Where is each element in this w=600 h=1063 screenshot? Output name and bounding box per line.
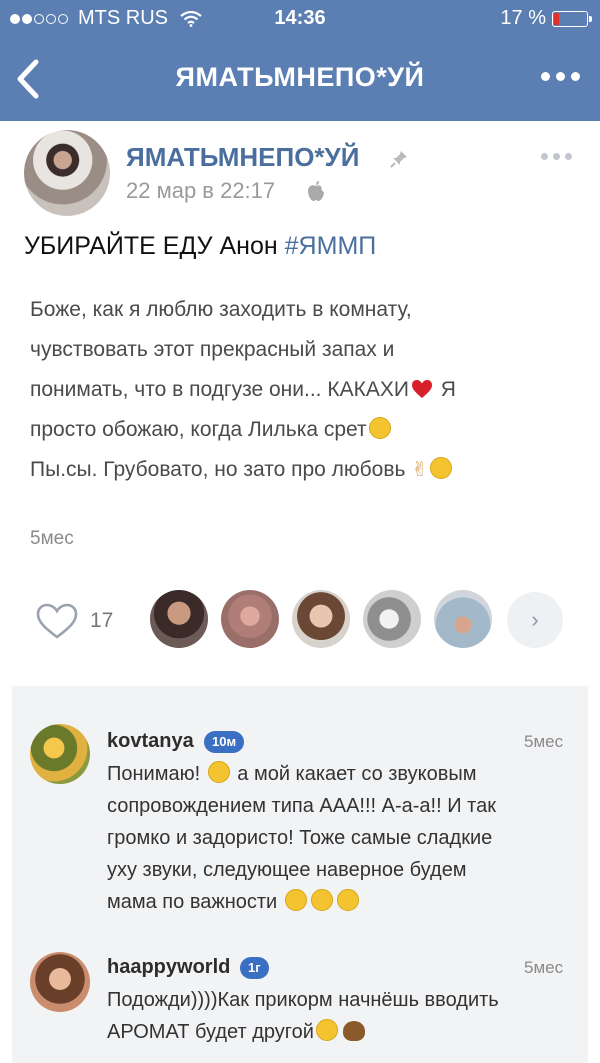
- smile-emoji-icon: [368, 417, 391, 439]
- comment-time: 5мес: [524, 732, 564, 751]
- post-date[interactable]: 22 мар в 22:17: [126, 178, 275, 204]
- quote-line: Боже, как я люблю заходить в комнату,: [30, 298, 412, 321]
- comment-author[interactable]: kovtanya: [107, 730, 194, 753]
- post-options-icon[interactable]: [541, 153, 572, 160]
- comment-text: Подожди))))Как прикорм начнёшь вводить А…: [107, 989, 499, 1043]
- post-text: УБИРАЙТЕ ЕДУ Анон #ЯММП: [24, 232, 376, 261]
- poop-emoji-icon: [342, 1021, 365, 1041]
- quote-line: просто обожаю, когда Лилька срет: [30, 410, 570, 450]
- apple-icon: [308, 181, 324, 201]
- hashtag-link[interactable]: #ЯММП: [285, 232, 377, 260]
- likes-count[interactable]: 17: [90, 609, 113, 633]
- laugh-emoji-icon: [336, 889, 359, 911]
- liker-avatar[interactable]: [221, 590, 279, 648]
- pin-icon: [390, 150, 408, 168]
- liker-avatar[interactable]: [150, 590, 208, 648]
- comment-author[interactable]: haappyworld: [107, 956, 230, 979]
- comment-text: Понимаю! а мой какает со звуковым сопров…: [107, 761, 496, 913]
- comment-avatar[interactable]: [30, 724, 90, 784]
- chevron-right-icon[interactable]: ›: [507, 592, 563, 648]
- like-heart-icon[interactable]: [36, 603, 78, 639]
- community-avatar[interactable]: [24, 130, 110, 216]
- battery-icon: [552, 10, 592, 27]
- quote-line: понимать, что в подгузе они... КАКАХИ Я: [30, 378, 456, 401]
- laugh-emoji-icon: [430, 457, 453, 479]
- comment-badge: 1г: [240, 957, 269, 979]
- comment-time: 5мес: [524, 958, 564, 977]
- status-bar: MTS RUS 14:36 17 %: [0, 0, 600, 38]
- top-bar: MTS RUS 14:36 17 % ЯМАТЬМНЕПО*УЙ: [0, 0, 600, 121]
- liker-avatar[interactable]: [292, 590, 350, 648]
- quote-line: чувствовать этот прекрасный запах и: [30, 338, 395, 361]
- comments-section: kovtanya 10м 5мес Понимаю! а мой какает …: [12, 686, 588, 1063]
- heart-emoji-icon: [411, 380, 432, 398]
- victory-hand-emoji-icon: ✌: [411, 459, 429, 481]
- liker-avatar[interactable]: [363, 590, 421, 648]
- page-title: ЯМАТЬМНЕПО*УЙ: [175, 62, 425, 92]
- more-dots-icon[interactable]: [541, 72, 580, 81]
- post-quote-image: Боже, как я люблю заходить в комнату, чу…: [30, 290, 570, 490]
- nav-bar: ЯМАТЬМНЕПО*УЙ: [0, 38, 600, 121]
- comment-avatar[interactable]: [30, 952, 90, 1012]
- laugh-emoji-icon: [284, 889, 307, 911]
- battery-percent: 17 %: [500, 7, 546, 29]
- quote-line: Пы.сы. Грубовато, но зато про любовь ✌: [30, 450, 570, 490]
- quote-age-label: 5мес: [30, 528, 74, 549]
- laugh-emoji-icon: [310, 889, 333, 911]
- comment-badge: 10м: [204, 731, 245, 753]
- liker-avatar[interactable]: [434, 590, 492, 648]
- laugh-emoji-icon: [207, 761, 230, 783]
- post-author[interactable]: ЯМАТЬМНЕПО*УЙ: [126, 142, 359, 173]
- post-text-body: УБИРАЙТЕ ЕДУ Анон: [24, 232, 285, 260]
- sad-emoji-icon: [315, 1019, 338, 1041]
